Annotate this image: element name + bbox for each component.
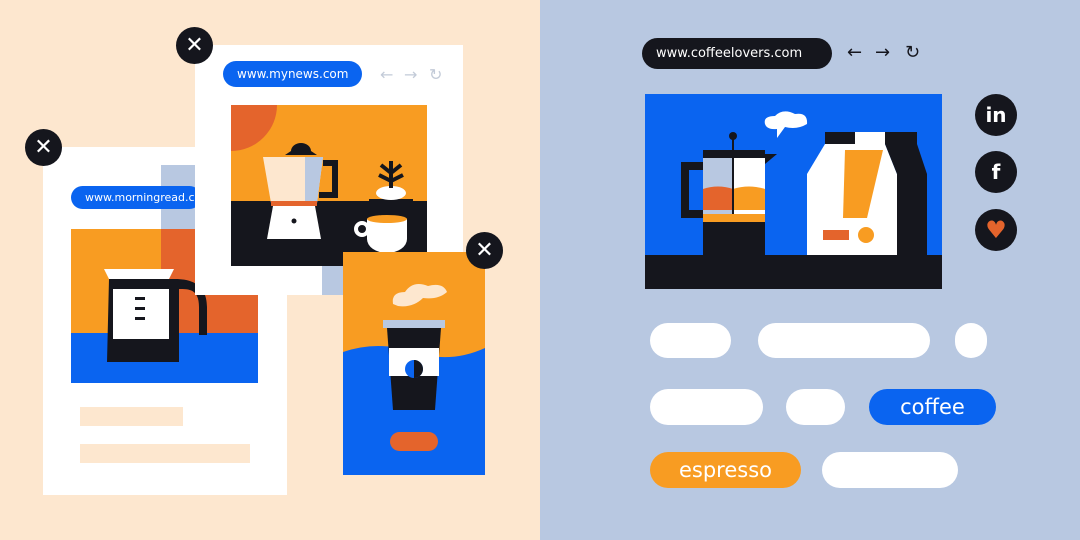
close-button[interactable]: ✕ (25, 129, 62, 166)
forward-icon[interactable]: → (875, 42, 890, 63)
takeaway-cup-card (343, 252, 485, 475)
tag-placeholder[interactable] (955, 323, 987, 358)
decor-stripe (322, 265, 344, 295)
placeholder-line (80, 444, 250, 463)
reload-icon[interactable]: ↻ (905, 42, 920, 63)
tag-placeholder[interactable] (758, 323, 930, 358)
tag-coffee[interactable]: coffee (869, 389, 996, 425)
back-icon[interactable]: ← (847, 42, 862, 63)
url-bar[interactable]: www.mynews.com (223, 61, 362, 87)
tag-espresso[interactable]: espresso (650, 452, 801, 488)
back-icon[interactable]: ← (380, 65, 393, 84)
facebook-icon[interactable]: f (975, 151, 1017, 193)
placeholder-pill (390, 432, 438, 451)
tag-placeholder[interactable] (822, 452, 958, 488)
tag-placeholder[interactable] (650, 323, 731, 358)
close-button[interactable]: ✕ (176, 27, 213, 64)
placeholder-line (80, 407, 183, 426)
url-bar[interactable]: www.coffeelovers.com (642, 38, 832, 69)
coffee-hero-image (645, 94, 942, 289)
moka-pot-illustration (231, 105, 427, 266)
close-button[interactable]: ✕ (466, 232, 503, 269)
heart-icon[interactable]: ♥ (975, 209, 1017, 251)
reload-icon[interactable]: ↻ (429, 65, 442, 84)
french-press-and-bag-illustration (645, 111, 942, 289)
linkedin-icon[interactable]: in (975, 94, 1017, 136)
moka-pot-icon (263, 143, 413, 253)
tag-placeholder[interactable] (786, 389, 845, 425)
url-bar[interactable]: www.morningread.com (71, 186, 201, 209)
tag-placeholder[interactable] (650, 389, 763, 425)
forward-icon[interactable]: → (404, 65, 417, 84)
